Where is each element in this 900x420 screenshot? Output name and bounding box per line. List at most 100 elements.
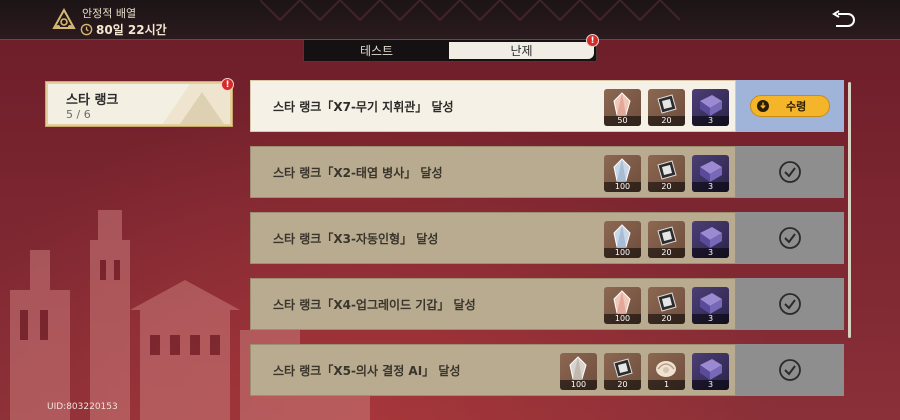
mission-row: 스타 랭크「X3-자동인형」 달성 100 20 3 [250,212,844,264]
reward-list: 100 20 3 [604,221,729,258]
crystal-icon [613,290,631,314]
mission-action-area [736,278,844,330]
category-title: 스타 랭크 [66,93,119,108]
mission-row: 스타 랭크「X5-의사 결정 AI」 달성 100 20 1 3 [250,344,844,396]
reward-item[interactable]: 1 [648,353,685,390]
chip-icon [657,160,677,180]
box-icon [700,227,722,248]
crystal-icon [613,92,631,116]
checkmark-icon [779,359,801,381]
mission-label: 스타 랭크「X7-무기 지휘관」 달성 [273,100,454,114]
list-scrollbar[interactable] [848,82,851,338]
checkmark-icon [779,293,801,315]
event-timer: 80일 22시간 [80,21,167,38]
claim-button[interactable]: 수령 [750,95,830,117]
reward-item[interactable]: 100 [560,353,597,390]
chip-icon [657,292,677,312]
reward-quantity: 100 [604,248,641,258]
reward-quantity: 3 [692,182,729,192]
crystal-icon [569,356,587,380]
reward-item[interactable]: 3 [692,221,729,258]
mission-action-area [736,146,844,198]
tab-alert-badge: ! [586,34,599,47]
mission-label: 스타 랭크「X4-업그레이드 기갑」 달성 [273,298,476,312]
event-logo-icon [52,8,76,29]
mission-label: 스타 랭크「X5-의사 결정 AI」 달성 [273,364,461,378]
card-triangle-decoration [162,84,230,124]
reward-quantity: 3 [692,314,729,324]
event-title: 안정적 배열 [82,7,137,20]
reward-item[interactable]: 20 [604,353,641,390]
reward-quantity: 3 [692,380,729,390]
reward-quantity: 3 [692,116,729,126]
reward-quantity: 50 [604,116,641,126]
box-icon [700,359,722,380]
reward-item[interactable]: 3 [692,287,729,324]
reward-quantity: 20 [648,314,685,324]
reward-item[interactable]: 3 [692,155,729,192]
mission-row: 스타 랭크「X7-무기 지휘관」 달성 50 20 3 수령 [250,80,844,132]
mission-body: 스타 랭크「X2-태엽 병사」 달성 100 20 3 [250,146,736,198]
reward-quantity: 20 [648,248,685,258]
chip-icon [657,226,677,246]
reward-item[interactable]: 20 [648,287,685,324]
reward-item[interactable]: 100 [604,155,641,192]
reward-item[interactable]: 100 [604,221,641,258]
tab-hard-label: 난제 [510,44,533,58]
box-icon [700,161,722,182]
clock-icon [80,23,93,36]
mission-action-area [736,212,844,264]
tab-hard[interactable]: 난제 ! [449,34,599,59]
reward-item[interactable]: 100 [604,287,641,324]
star-rank-category-card[interactable]: 스타 랭크 5 / 6 [46,82,232,126]
tab-test-label: 테스트 [359,44,394,58]
reward-list: 100 20 3 [604,287,729,324]
reward-quantity: 20 [604,380,641,390]
reward-item[interactable]: 20 [648,155,685,192]
mission-body: 스타 랭크「X3-자동인형」 달성 100 20 3 [250,212,736,264]
top-bar: 안정적 배열 80일 22시간 [0,0,900,40]
timer-text: 80일 22시간 [96,23,167,37]
mission-body: 스타 랭크「X5-의사 결정 AI」 달성 100 20 1 3 [250,344,736,396]
mission-row: 스타 랭크「X4-업그레이드 기갑」 달성 100 20 3 [250,278,844,330]
back-arrow-icon[interactable] [830,10,856,32]
reward-item[interactable]: 20 [648,89,685,126]
shell-icon [656,361,676,377]
tab-test[interactable]: 테스트 [304,40,449,61]
mission-row: 스타 랭크「X2-태엽 병사」 달성 100 20 3 [250,146,844,198]
reward-quantity: 100 [604,314,641,324]
reward-item[interactable]: 3 [692,353,729,390]
box-icon [700,95,722,116]
reward-item[interactable]: 3 [692,89,729,126]
mission-action-area: 수령 [736,80,844,132]
reward-list: 50 20 3 [604,89,729,126]
reward-quantity: 100 [604,182,641,192]
reward-list: 100 20 1 3 [560,353,729,390]
mission-body: 스타 랭크「X4-업그레이드 기갑」 달성 100 20 3 [250,278,736,330]
reward-quantity: 20 [648,116,685,126]
reward-quantity: 1 [648,380,685,390]
chip-icon [613,358,633,378]
box-icon [700,293,722,314]
reward-quantity: 20 [648,182,685,192]
mission-label: 스타 랭크「X2-태엽 병사」 달성 [273,166,443,180]
category-progress: 5 / 6 [66,108,91,121]
claim-label: 수령 [786,100,807,113]
topbar-pattern-decoration [260,0,680,22]
reward-item[interactable]: 20 [648,221,685,258]
category-alert-badge: ! [221,78,234,91]
mission-label: 스타 랭크「X3-자동인형」 달성 [273,232,439,246]
crystal-icon [613,224,631,248]
reward-quantity: 100 [560,380,597,390]
download-circle-icon [757,100,769,112]
reward-item[interactable]: 50 [604,89,641,126]
chip-icon [657,94,677,114]
crystal-icon [613,158,631,182]
reward-quantity: 3 [692,248,729,258]
checkmark-icon [779,161,801,183]
reward-list: 100 20 3 [604,155,729,192]
user-id: UID:803220153 [47,402,118,412]
mission-body: 스타 랭크「X7-무기 지휘관」 달성 50 20 3 [250,80,736,132]
checkmark-icon [779,227,801,249]
tab-bar: 테스트 난제 ! [303,34,599,62]
